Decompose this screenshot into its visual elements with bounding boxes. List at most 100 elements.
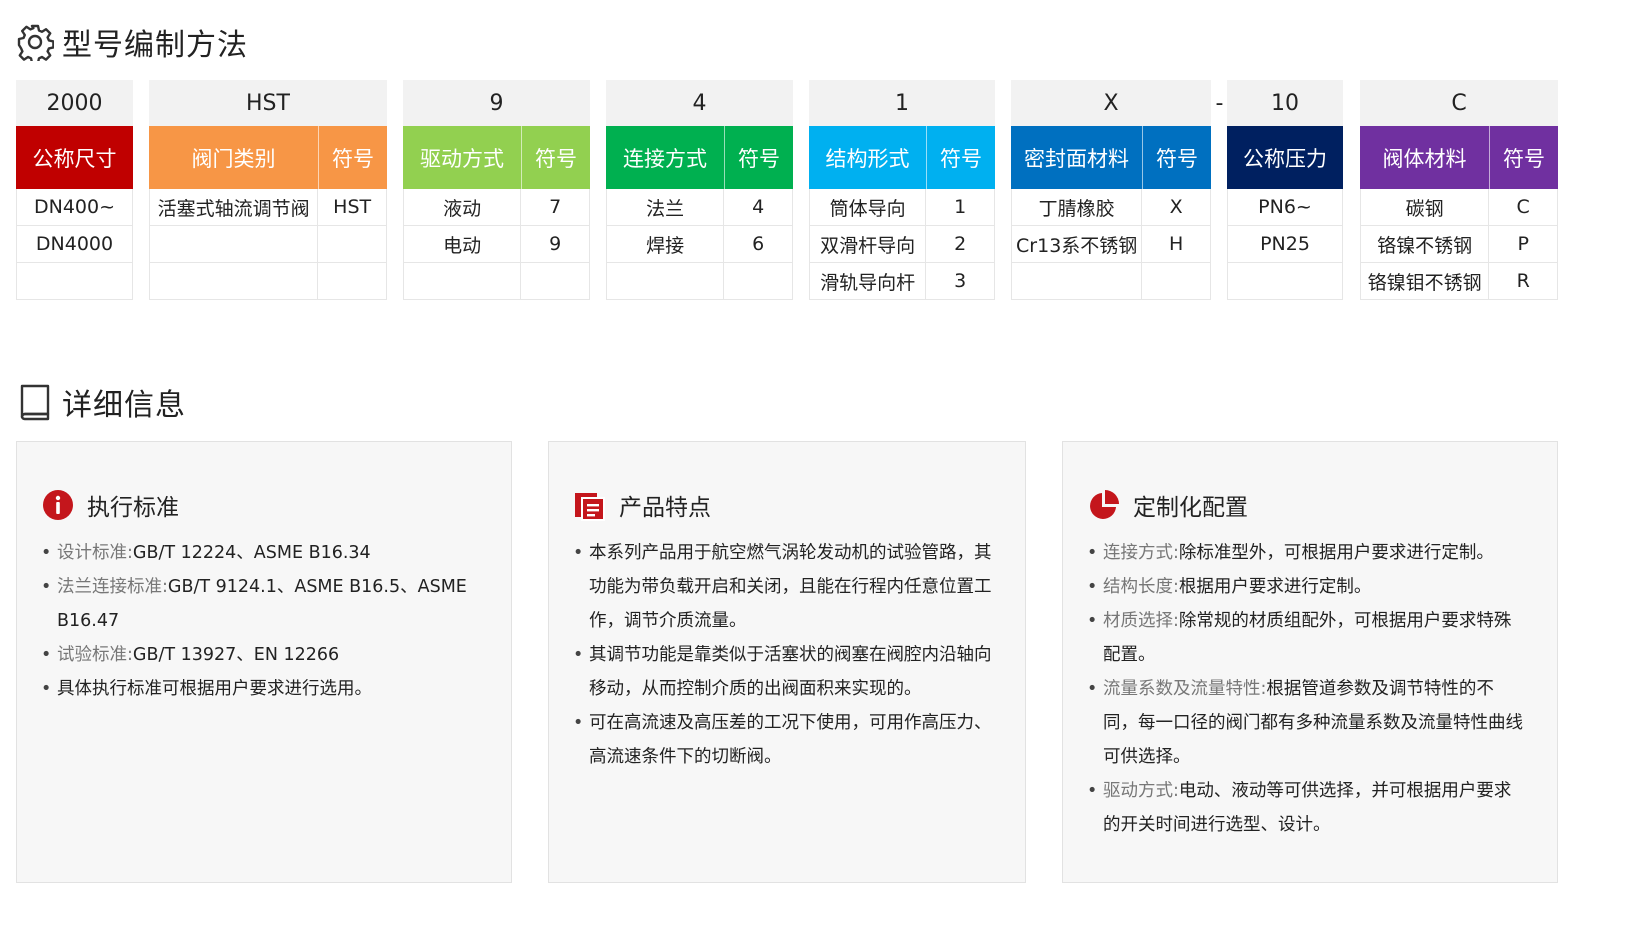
list-item: 具体执行标准可根据用户要求进行选用。 (41, 672, 481, 706)
cell-symbol (317, 226, 386, 262)
cell-name: PN6~ (1258, 196, 1312, 218)
header-label: 阀门类别 (191, 146, 276, 171)
item-text: 其调节功能是靠类似于活塞状的阀塞在阀腔内沿轴向移动，从而控制介质的出阀面积来实现… (589, 645, 992, 699)
group-header: 公称尺寸 (16, 126, 133, 189)
list-item: 流量系数及流量特性:根据管道参数及调节特性的不同，每一口径的阀门都有多种流量系数… (1087, 672, 1527, 774)
table-row: 电动 9 (404, 225, 589, 262)
group-header: 阀门类别 符号 (149, 126, 387, 189)
cell-name (150, 263, 317, 299)
code-group-valve-type: HST 阀门类别 符号 活塞式轴流调节阀 HST (149, 80, 387, 300)
table-row: Cr13系不锈钢 H (1012, 225, 1210, 262)
table-row: 滑轨导向杆 3 (810, 262, 994, 299)
section-title: 型号编制方法 (62, 28, 248, 63)
cell-name: 丁腈橡胶 (1038, 197, 1115, 220)
item-key: 材质选择: (1103, 611, 1179, 631)
cell-name: 液动 (443, 197, 482, 220)
card-title: 定制化配置 (1133, 495, 1248, 521)
header-label: 密封面材料 (1024, 146, 1129, 171)
item-text: 本系列产品用于航空燃气涡轮发动机的试验管路，其功能为带负载开启和关闭，且能在行程… (589, 543, 992, 631)
list-item: 其调节功能是靠类似于活塞状的阀塞在阀腔内沿轴向移动，从而控制介质的出阀面积来实现… (573, 638, 993, 706)
table-row (1012, 262, 1210, 299)
item-key: 驱动方式: (1103, 781, 1179, 801)
group-header: 阀体材料 符号 (1360, 126, 1558, 189)
code-separator: - (1215, 90, 1224, 116)
list-item: 法兰连接标准:GB/T 9124.1、ASME B16.5、ASME B16.4… (41, 570, 481, 638)
cell-symbol: 4 (723, 189, 792, 225)
table-row (1228, 262, 1342, 299)
card-list: 设计标准:GB/T 12224、ASME B16.34 法兰连接标准:GB/T … (41, 536, 481, 706)
table-row (607, 262, 792, 299)
cell-symbol: 1 (925, 189, 994, 225)
card-title: 产品特点 (619, 495, 711, 521)
card-list: 本系列产品用于航空燃气涡轮发动机的试验管路，其功能为带负载开启和关闭，且能在行程… (573, 536, 993, 774)
item-key: 设计标准: (57, 543, 133, 563)
cell-symbol (723, 263, 792, 299)
list-item: 驱动方式:电动、液动等可供选择，并可根据用户要求的开关时间进行选型、设计。 (1087, 774, 1527, 842)
item-key: 连接方式: (1103, 543, 1179, 563)
cell-name: 筒体导向 (829, 197, 906, 220)
header-label: 阀体材料 (1382, 146, 1467, 171)
code-group-structure: 1 结构形式 符号 筒体导向 1 双滑杆导向 2 滑轨导向杆 3 (809, 80, 995, 300)
cell-symbol: X (1141, 189, 1210, 225)
cell-symbol: H (1141, 226, 1210, 262)
table-row: DN4000 (17, 225, 132, 262)
cell-name: 双滑杆导向 (820, 234, 916, 257)
code-value: C (1360, 80, 1558, 126)
item-text: 根据用户要求进行定制。 (1178, 577, 1372, 597)
table-row (17, 262, 132, 299)
table-row: DN400~ (17, 189, 132, 225)
table-row: 铬镍不锈钢 P (1361, 225, 1557, 262)
cell-symbol: 7 (520, 189, 589, 225)
cell-name (150, 226, 317, 262)
card-customization: 定制化配置 连接方式:除标准型外，可根据用户要求进行定制。 结构长度:根据用户要… (1062, 441, 1558, 883)
table-row: PN6~ (1228, 189, 1342, 225)
item-text: 可在高流速及高压差的工况下使用，可用作高压力、高流速条件下的切断阀。 (589, 713, 992, 767)
code-group-seal-material: X 密封面材料 符号 丁腈橡胶 X Cr13系不锈钢 H (1011, 80, 1211, 300)
code-value: 9 (403, 80, 590, 126)
cell-name (17, 263, 132, 299)
header-label: 公称压力 (1227, 126, 1343, 189)
card-features: 产品特点 本系列产品用于航空燃气涡轮发动机的试验管路，其功能为带负载开启和关闭，… (548, 441, 1026, 883)
cell-symbol (1141, 263, 1210, 299)
cell-symbol: HST (317, 189, 386, 225)
cell-symbol (520, 263, 589, 299)
code-value: 1 (809, 80, 995, 126)
cell-name: Cr13系不锈钢 (1016, 234, 1138, 257)
item-text: GB/T 13927、EN 12266 (132, 645, 340, 665)
item-key: 试验标准: (57, 645, 133, 665)
cell-symbol: 9 (520, 226, 589, 262)
list-item: 本系列产品用于航空燃气涡轮发动机的试验管路，其功能为带负载开启和关闭，且能在行程… (573, 536, 993, 638)
book-icon (16, 383, 54, 421)
header-label: 公称尺寸 (16, 126, 133, 189)
list-item: 结构长度:根据用户要求进行定制。 (1087, 570, 1527, 604)
header-symbol: 符号 (521, 126, 590, 189)
group-header: 公称压力 (1227, 126, 1343, 189)
item-key: 流量系数及流量特性: (1103, 679, 1267, 699)
list-item: 设计标准:GB/T 12224、ASME B16.34 (41, 536, 481, 570)
cell-symbol: 2 (925, 226, 994, 262)
cell-name: 铬镍不锈钢 (1377, 234, 1473, 257)
code-value: 2000 (16, 80, 133, 126)
section-heading-details: 详细信息 (16, 380, 186, 424)
code-group-pressure: 10 公称压力 PN6~ PN25 (1227, 80, 1343, 300)
cell-name (404, 263, 520, 299)
pie-chart-icon (1087, 488, 1121, 522)
table-row: 碳钢 C (1361, 189, 1557, 225)
item-key: 结构长度: (1103, 577, 1179, 597)
card-header: 产品特点 (573, 488, 711, 522)
cell-name: 碳钢 (1405, 197, 1444, 220)
code-value: 10 (1227, 80, 1343, 126)
group-header: 驱动方式 符号 (403, 126, 590, 189)
cell-name: 焊接 (646, 234, 685, 257)
cell-name: DN400~ (33, 196, 116, 218)
card-header: 执行标准 (41, 488, 179, 522)
list-item: 连接方式:除标准型外，可根据用户要求进行定制。 (1087, 536, 1527, 570)
cell-name: DN4000 (35, 233, 114, 255)
cell-name: 活塞式轴流调节阀 (157, 197, 310, 220)
cell-name (1228, 263, 1342, 299)
cell-symbol: 3 (925, 263, 994, 299)
table-row: 法兰 4 (607, 189, 792, 225)
header-label: 驱动方式 (420, 146, 504, 171)
group-header: 结构形式 符号 (809, 126, 995, 189)
cell-name: 铬镍钼不锈钢 (1367, 271, 1482, 294)
